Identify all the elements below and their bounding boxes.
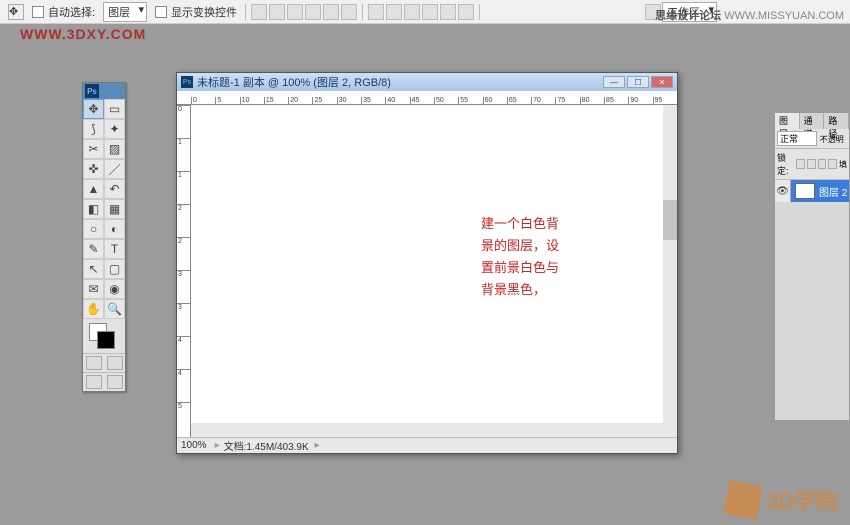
wand-tool[interactable]: ✦ bbox=[104, 119, 125, 139]
watermark-3dxy: WWW.3DXY.COM bbox=[20, 26, 146, 42]
document-window: Ps 未标题-1 副本 @ 100% (图层 2, RGB/8) — ☐ ✕ 0… bbox=[176, 72, 678, 454]
lock-transparency-icon[interactable] bbox=[796, 159, 805, 169]
blur-tool[interactable]: ○ bbox=[83, 219, 104, 239]
notes-tool[interactable]: ✉ bbox=[83, 279, 104, 299]
slice-tool[interactable]: ▨ bbox=[104, 139, 125, 159]
visibility-eye-icon[interactable]: 👁 bbox=[775, 180, 791, 202]
distribute-icon[interactable] bbox=[422, 4, 438, 20]
brush-tool[interactable]: ／ bbox=[104, 159, 125, 179]
eyedropper-tool[interactable]: ◉ bbox=[104, 279, 125, 299]
crop-tool[interactable]: ✂ bbox=[83, 139, 104, 159]
tutorial-annotation: 建一个白色背景的图层，设置前景白色与背景黑色， bbox=[481, 213, 559, 301]
screen-mode-2[interactable] bbox=[107, 375, 123, 389]
layer-row[interactable]: 👁 图层 2 bbox=[775, 180, 849, 202]
tab-layers[interactable]: 图层 bbox=[775, 113, 800, 129]
layer-dropdown[interactable]: 图层 bbox=[103, 2, 147, 22]
distribute-icon[interactable] bbox=[386, 4, 402, 20]
logo-box-icon bbox=[723, 480, 762, 519]
canvas[interactable]: 建一个白色背景的图层，设置前景白色与背景黑色， bbox=[191, 105, 677, 437]
ps-icon: Ps bbox=[85, 84, 99, 98]
ps-doc-icon: Ps bbox=[181, 76, 193, 88]
maximize-button[interactable]: ☐ bbox=[627, 76, 649, 88]
status-bar: 100% ▸ 文档:1.45M/403.9K ▸ bbox=[177, 437, 677, 453]
auto-select-checkbox[interactable] bbox=[32, 6, 44, 18]
stamp-tool[interactable]: ▲ bbox=[83, 179, 104, 199]
eraser-tool[interactable]: ◧ bbox=[83, 199, 104, 219]
screen-mode-1[interactable] bbox=[86, 375, 102, 389]
toolbox-panel: Ps ✥ ▭ ⟆ ✦ ✂ ▨ ✜ ／ ▲ ↶ ◧ ▦ ○ ◐ ✎ T ↖ ▢ ✉… bbox=[82, 82, 126, 392]
pen-tool[interactable]: ✎ bbox=[83, 239, 104, 259]
align-icon[interactable] bbox=[323, 4, 339, 20]
zoom-level[interactable]: 100% bbox=[181, 440, 207, 451]
file-info: 文档:1.45M/403.9K bbox=[224, 438, 309, 453]
layer-thumbnail[interactable] bbox=[795, 183, 815, 199]
gradient-tool[interactable]: ▦ bbox=[104, 199, 125, 219]
document-title: 未标题-1 副本 @ 100% (图层 2, RGB/8) bbox=[197, 74, 391, 90]
type-tool[interactable]: T bbox=[104, 239, 125, 259]
standard-mode[interactable] bbox=[86, 356, 102, 370]
distribute-icon[interactable] bbox=[440, 4, 456, 20]
tab-paths[interactable]: 路径 bbox=[824, 113, 849, 129]
lock-pixels-icon[interactable] bbox=[807, 159, 816, 169]
align-icon[interactable] bbox=[287, 4, 303, 20]
layers-panel: 图层 通道 路径 正常 不透明 锁定: 填 👁 图层 2 bbox=[774, 112, 850, 421]
move-tool[interactable]: ✥ bbox=[83, 99, 104, 119]
document-titlebar[interactable]: Ps 未标题-1 副本 @ 100% (图层 2, RGB/8) — ☐ ✕ bbox=[177, 73, 677, 91]
lock-label: 锁定: bbox=[777, 151, 794, 177]
path-tool[interactable]: ↖ bbox=[83, 259, 104, 279]
align-icon[interactable] bbox=[251, 4, 267, 20]
dodge-tool[interactable]: ◐ bbox=[104, 219, 125, 239]
close-button[interactable]: ✕ bbox=[651, 76, 673, 88]
hand-tool[interactable]: ✋ bbox=[83, 299, 104, 319]
background-color[interactable] bbox=[97, 331, 115, 349]
history-brush-tool[interactable]: ↶ bbox=[104, 179, 125, 199]
show-transform-checkbox[interactable] bbox=[155, 6, 167, 18]
distribute-icon[interactable] bbox=[368, 4, 384, 20]
move-tool-indicator: ✥ bbox=[8, 4, 24, 20]
quickmask-mode[interactable] bbox=[107, 356, 123, 370]
auto-select-label: 自动选择: bbox=[48, 4, 95, 20]
blend-mode-select[interactable]: 正常 bbox=[777, 131, 817, 146]
shape-tool[interactable]: ▢ bbox=[104, 259, 125, 279]
show-transform-label: 显示变换控件 bbox=[171, 4, 237, 20]
watermark-3d-logo: 3D学院 bbox=[726, 483, 838, 517]
lock-position-icon[interactable] bbox=[818, 159, 827, 169]
distribute-icon[interactable] bbox=[458, 4, 474, 20]
lasso-tool[interactable]: ⟆ bbox=[83, 119, 104, 139]
align-icon[interactable] bbox=[341, 4, 357, 20]
layer-name[interactable]: 图层 2 bbox=[819, 184, 847, 199]
tab-channels[interactable]: 通道 bbox=[800, 113, 825, 129]
distribute-icon[interactable] bbox=[404, 4, 420, 20]
minimize-button[interactable]: — bbox=[603, 76, 625, 88]
opacity-label: 不透明 bbox=[820, 135, 844, 144]
watermark-missyuan: 思缘设计论坛 WWW.MISSYUAN.COM bbox=[655, 7, 844, 23]
lock-all-icon[interactable] bbox=[828, 159, 837, 169]
toolbox-header[interactable]: Ps bbox=[83, 83, 125, 99]
marquee-tool[interactable]: ▭ bbox=[104, 99, 125, 119]
ruler-vertical: 0112233445 bbox=[177, 105, 191, 437]
zoom-tool[interactable]: 🔍 bbox=[104, 299, 125, 319]
align-icon[interactable] bbox=[305, 4, 321, 20]
ruler-horizontal: 05101520253035404550556065707580859095 bbox=[177, 91, 677, 105]
heal-tool[interactable]: ✜ bbox=[83, 159, 104, 179]
align-icon[interactable] bbox=[269, 4, 285, 20]
